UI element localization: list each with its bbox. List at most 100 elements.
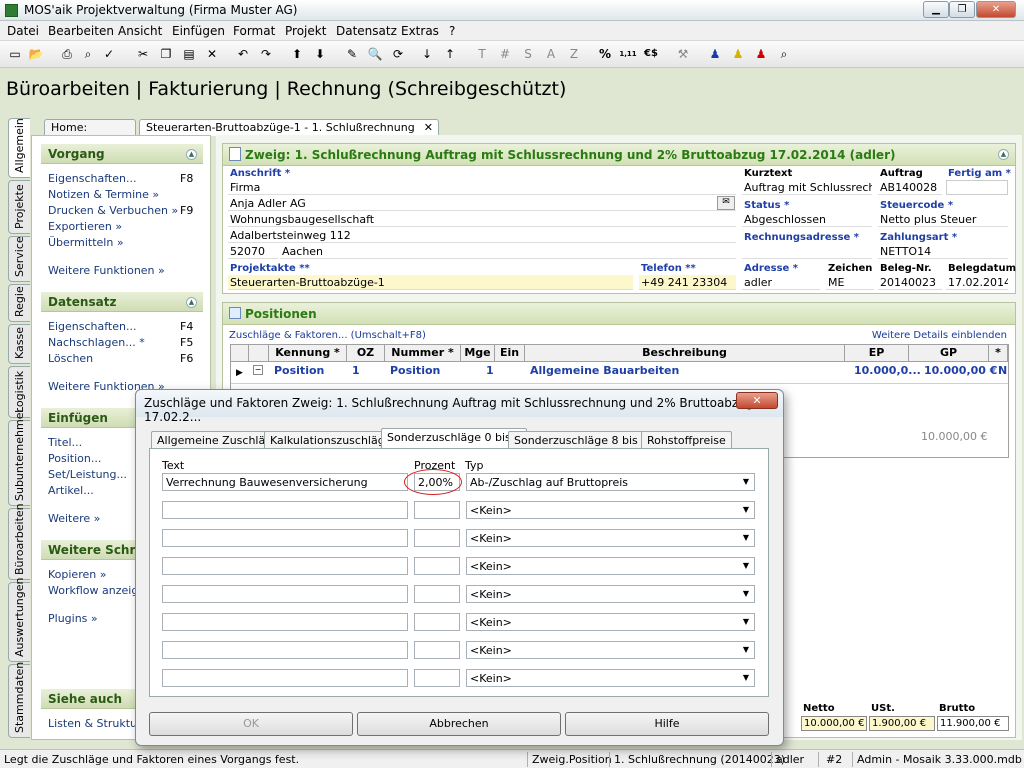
tab-document[interactable]: Steuerarten-Bruttoabzüge-1 - 1. Schlußre…: [139, 119, 439, 147]
anschrift-line-4[interactable]: Adalbertsteinweg 112: [228, 228, 736, 243]
col-ep[interactable]: EP: [845, 345, 909, 362]
status-field[interactable]: Abgeschlossen: [742, 212, 872, 227]
zuschlag-typ-select[interactable]: <Kein> ▼: [466, 641, 755, 659]
tab-kalkulationszuschlaege[interactable]: Kalkulationszuschläge: [264, 431, 398, 449]
rechnungsadresse-field[interactable]: [742, 244, 872, 259]
sidebar-item-weitere-funktionen[interactable]: Weitere Funktionen »: [48, 264, 165, 277]
a-icon[interactable]: A: [542, 45, 560, 63]
user-yellow-icon[interactable]: ♟: [729, 45, 747, 63]
menu-projekt[interactable]: Projekt: [285, 24, 326, 38]
tools-icon[interactable]: ⚒: [674, 45, 692, 63]
zuschlag-text-input[interactable]: [162, 669, 408, 687]
zuschlag-prozent-input[interactable]: [414, 613, 460, 631]
ort-field[interactable]: Aachen: [280, 244, 736, 259]
sidebar-item-titel[interactable]: Titel...: [48, 436, 82, 449]
vtab-allgemein[interactable]: Allgemein: [8, 118, 30, 178]
vtab-stammdaten[interactable]: Stammdaten: [8, 662, 30, 738]
sidebar-item-nachschlagen[interactable]: Nachschlagen... *: [48, 336, 145, 349]
dialog-close-button[interactable]: ✕: [736, 392, 778, 409]
find-icon[interactable]: 🔍: [366, 45, 384, 63]
menu-ansicht[interactable]: Ansicht: [118, 24, 162, 38]
sidebar-item-uebermitteln[interactable]: Übermitteln »: [48, 236, 124, 249]
sidebar-item-kopieren[interactable]: Kopieren »: [48, 568, 106, 581]
menu-extras[interactable]: Extras: [401, 24, 439, 38]
zuschlag-prozent-input[interactable]: [414, 501, 460, 519]
zuschlag-text-input[interactable]: [162, 501, 408, 519]
col-ein[interactable]: Ein: [495, 345, 525, 362]
zuschlag-typ-select[interactable]: <Kein> ▼: [466, 669, 755, 687]
col-flag[interactable]: *: [989, 345, 1008, 362]
zuschlag-text-input[interactable]: [162, 641, 408, 659]
print-icon[interactable]: ⎙: [58, 45, 76, 63]
user-blue-icon[interactable]: ♟: [706, 45, 724, 63]
sidebar-section-datensatz[interactable]: Datensatz ▲: [41, 292, 203, 312]
address-book-icon[interactable]: ✉: [717, 196, 735, 210]
zuschlaege-link[interactable]: Zuschläge & Faktoren... (Umschalt+F8): [229, 330, 426, 341]
belegdatum-field[interactable]: 17.02.2014: [946, 275, 1008, 290]
plz-field[interactable]: 52070: [228, 244, 278, 259]
percent-icon[interactable]: %: [596, 45, 614, 63]
adresse-field[interactable]: adler: [742, 275, 820, 290]
sidebar-item-set-leistung[interactable]: Set/Leistung...: [48, 468, 127, 481]
anschrift-line-2[interactable]: Anja Adler AG: [228, 196, 736, 211]
sidebar-item-exportieren[interactable]: Exportieren »: [48, 220, 122, 233]
zuschlag-prozent-input[interactable]: [414, 557, 460, 575]
vtab-subunternehmer[interactable]: Subunternehmer: [8, 408, 30, 506]
menu-format[interactable]: Format: [233, 24, 275, 38]
sidebar-item-loeschen[interactable]: Löschen: [48, 352, 93, 365]
search-record-icon[interactable]: ⌕: [775, 45, 793, 63]
zuschlag-prozent-input[interactable]: [414, 641, 460, 659]
tab-sonderzuschlaege-8-15[interactable]: Sonderzuschläge 8 bis 15: [508, 431, 662, 449]
collapse-row-icon[interactable]: −: [253, 365, 263, 375]
auftrag-field[interactable]: AB140028: [878, 180, 942, 195]
tab-sonderzuschlaege-0-7[interactable]: Sonderzuschläge 0 bis 7: [381, 428, 528, 449]
menu-einfuegen[interactable]: Einfügen: [172, 24, 225, 38]
cell-gp[interactable]: 10.000,00 €: [921, 362, 1000, 380]
s-icon[interactable]: S: [519, 45, 537, 63]
move-down-icon[interactable]: ⬇: [311, 45, 329, 63]
zuschlag-typ-select[interactable]: <Kein> ▼: [466, 613, 755, 631]
edit-icon[interactable]: ✎: [343, 45, 361, 63]
collapse-icon[interactable]: ▲: [998, 149, 1009, 160]
cancel-button[interactable]: Abbrechen: [357, 712, 561, 736]
col-nummer[interactable]: Nummer *: [385, 345, 461, 362]
sidebar-item-position[interactable]: Position...: [48, 452, 101, 465]
text-icon[interactable]: T: [473, 45, 491, 63]
anschrift-line-1[interactable]: Firma: [228, 180, 736, 195]
col-mge[interactable]: Mge: [461, 345, 495, 362]
new-icon[interactable]: ▭: [6, 45, 24, 63]
spellcheck-icon[interactable]: ✓: [100, 45, 118, 63]
sidebar-item-eigenschaften[interactable]: Eigenschaften...: [48, 172, 136, 185]
belegnr-field[interactable]: 20140023: [878, 275, 942, 290]
sort-asc-icon[interactable]: ↓: [418, 45, 436, 63]
menu-help[interactable]: ?: [449, 24, 455, 38]
tab-home[interactable]: Home: Startseite: [44, 119, 136, 147]
table-row[interactable]: ▶ − Position 1 Position 1 Allgemeine Bau…: [231, 362, 1008, 384]
sidebar-section-vorgang[interactable]: Vorgang ▲: [41, 144, 203, 164]
vtab-projekte[interactable]: Projekte: [8, 180, 30, 234]
zuschlag-text-input[interactable]: [162, 557, 408, 575]
cell-oz[interactable]: 1: [349, 362, 363, 380]
vtab-kasse[interactable]: Kasse: [8, 324, 30, 364]
zuschlag-text-input[interactable]: [162, 585, 408, 603]
zuschlag-typ-select[interactable]: <Kein> ▼: [466, 585, 755, 603]
vtab-bueroarbeiten[interactable]: Büroarbeiten: [8, 503, 30, 580]
weitere-details-link[interactable]: Weitere Details einblenden: [872, 330, 1007, 341]
zuschlag-text-input[interactable]: Verrechnung Bauwesenversicherung: [162, 473, 408, 491]
sort-desc-icon[interactable]: ↑: [441, 45, 459, 63]
cell-mge[interactable]: 1: [483, 362, 497, 380]
cut-icon[interactable]: ✂: [134, 45, 152, 63]
anschrift-line-3[interactable]: Wohnungsbaugesellschaft: [228, 212, 736, 227]
ok-button[interactable]: OK: [149, 712, 353, 736]
zuschlag-typ-select[interactable]: <Kein> ▼: [466, 529, 755, 547]
zuschlag-prozent-input[interactable]: [414, 669, 460, 687]
minimize-button[interactable]: ▁: [923, 1, 949, 18]
open-icon[interactable]: 📂: [27, 45, 45, 63]
paste-icon[interactable]: ▤: [180, 45, 198, 63]
telefon-field[interactable]: +49 241 23304: [639, 275, 736, 290]
sidebar-item-notizen[interactable]: Notizen & Termine »: [48, 188, 159, 201]
zuschlag-typ-select[interactable]: <Kein> ▼: [466, 501, 755, 519]
col-beschreibung[interactable]: Beschreibung: [525, 345, 845, 362]
decimals-icon[interactable]: 1,11: [619, 45, 637, 63]
currency-icon[interactable]: €$: [642, 45, 660, 63]
